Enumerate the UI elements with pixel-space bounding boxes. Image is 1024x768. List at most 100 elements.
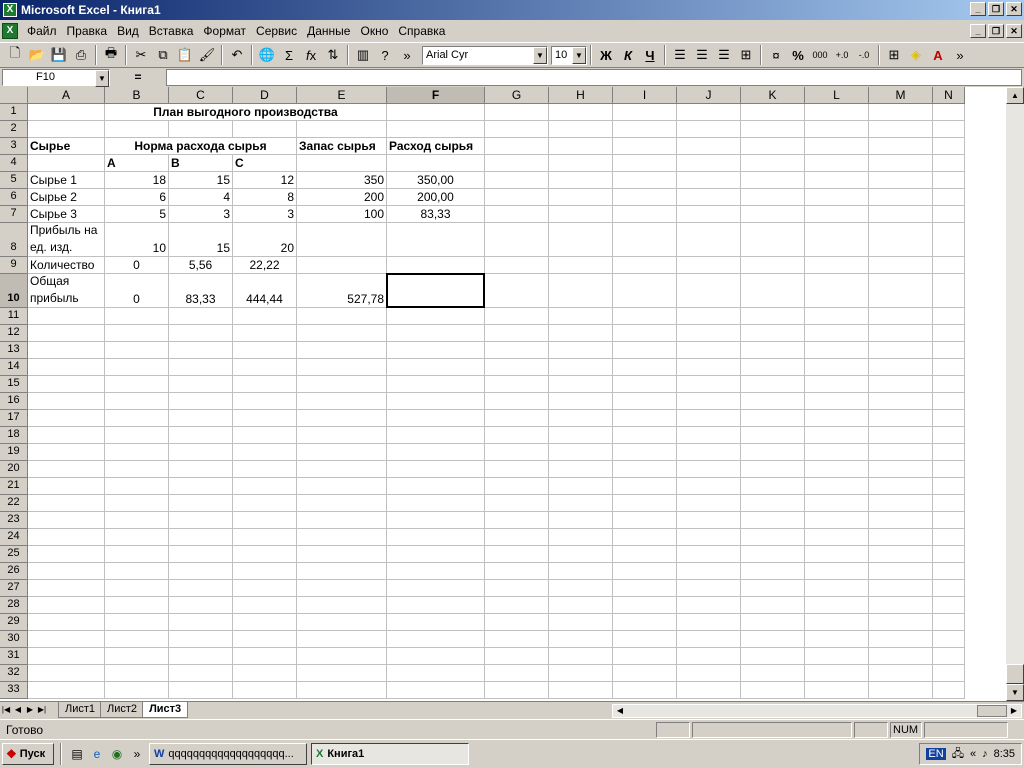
menu-window[interactable]: Окно — [355, 22, 393, 40]
cell[interactable] — [485, 410, 549, 427]
cell[interactable]: 15 — [169, 223, 233, 257]
cell[interactable] — [105, 308, 169, 325]
select-all-corner[interactable] — [0, 87, 28, 104]
cell[interactable] — [933, 257, 965, 274]
cell[interactable] — [869, 478, 933, 495]
cell[interactable] — [387, 478, 485, 495]
col-header[interactable]: N — [933, 87, 965, 104]
cell[interactable] — [933, 682, 965, 699]
cell[interactable] — [169, 121, 233, 138]
decrease-decimal-icon[interactable]: -.0 — [853, 44, 875, 66]
cell[interactable] — [805, 274, 869, 308]
cell[interactable] — [805, 478, 869, 495]
cell[interactable] — [741, 529, 805, 546]
cell[interactable] — [677, 512, 741, 529]
row-header[interactable]: 21 — [0, 478, 28, 495]
cell[interactable]: 10 — [105, 223, 169, 257]
cell[interactable] — [485, 580, 549, 597]
cell[interactable] — [613, 512, 677, 529]
cell[interactable] — [677, 546, 741, 563]
cell[interactable] — [233, 665, 297, 682]
cell[interactable] — [28, 580, 105, 597]
cell[interactable] — [28, 342, 105, 359]
cell[interactable] — [869, 206, 933, 223]
cell[interactable] — [869, 138, 933, 155]
cell[interactable] — [677, 580, 741, 597]
cell[interactable] — [869, 529, 933, 546]
cell[interactable] — [28, 427, 105, 444]
col-header[interactable]: M — [869, 87, 933, 104]
cell[interactable] — [549, 597, 613, 614]
cell[interactable] — [933, 631, 965, 648]
cell[interactable] — [613, 155, 677, 172]
row-header[interactable]: 27 — [0, 580, 28, 597]
col-header[interactable]: C — [169, 87, 233, 104]
cell[interactable] — [105, 342, 169, 359]
cell[interactable] — [933, 376, 965, 393]
cell[interactable] — [28, 682, 105, 699]
scroll-right-icon[interactable]: ▶ — [1007, 705, 1021, 717]
cell[interactable] — [387, 597, 485, 614]
cell[interactable]: Расход сырья — [387, 138, 485, 155]
scroll-thumb[interactable] — [1006, 664, 1024, 684]
row-header[interactable]: 24 — [0, 529, 28, 546]
cell[interactable] — [233, 563, 297, 580]
cell[interactable] — [28, 529, 105, 546]
cell[interactable] — [613, 597, 677, 614]
row-header[interactable]: 23 — [0, 512, 28, 529]
row-header[interactable]: 9 — [0, 257, 28, 274]
cell[interactable] — [549, 393, 613, 410]
cell[interactable] — [297, 325, 387, 342]
cell[interactable] — [869, 121, 933, 138]
cell[interactable] — [549, 546, 613, 563]
cell[interactable] — [233, 682, 297, 699]
cell[interactable] — [741, 546, 805, 563]
percent-button[interactable]: % — [787, 44, 809, 66]
cell[interactable] — [105, 393, 169, 410]
cell[interactable] — [741, 274, 805, 308]
row-header[interactable]: 2 — [0, 121, 28, 138]
cell[interactable] — [933, 155, 965, 172]
cell[interactable]: 83,33 — [169, 274, 233, 308]
cell[interactable] — [233, 121, 297, 138]
cell[interactable]: 350,00 — [387, 172, 485, 189]
cell[interactable] — [28, 546, 105, 563]
cell[interactable]: 20 — [233, 223, 297, 257]
spreadsheet-grid[interactable]: A B C D E F G H I J K L M N 1 План выгодн… — [0, 87, 1006, 701]
cell[interactable] — [549, 631, 613, 648]
media-icon[interactable]: ◉ — [109, 746, 125, 762]
cell[interactable] — [805, 359, 869, 376]
cell[interactable] — [105, 580, 169, 597]
cell[interactable] — [297, 631, 387, 648]
cell[interactable] — [869, 189, 933, 206]
cell[interactable] — [677, 172, 741, 189]
sheet-tab-1[interactable]: Лист1 — [58, 702, 103, 718]
cell[interactable] — [387, 444, 485, 461]
cell[interactable] — [613, 325, 677, 342]
cell[interactable] — [805, 614, 869, 631]
cell[interactable] — [297, 546, 387, 563]
cell[interactable]: C — [233, 155, 297, 172]
font-color-icon[interactable]: A — [927, 44, 949, 66]
cell[interactable]: 350 — [297, 172, 387, 189]
cell[interactable] — [485, 529, 549, 546]
cell[interactable] — [549, 444, 613, 461]
col-header[interactable]: L — [805, 87, 869, 104]
next-sheet-icon[interactable]: ▶ — [24, 703, 36, 717]
cell[interactable] — [549, 206, 613, 223]
row-header[interactable]: 20 — [0, 461, 28, 478]
cell[interactable] — [549, 223, 613, 257]
cell[interactable] — [869, 342, 933, 359]
cell[interactable] — [233, 580, 297, 597]
cell[interactable] — [485, 104, 549, 121]
cell[interactable] — [933, 461, 965, 478]
cell[interactable] — [869, 631, 933, 648]
cell[interactable] — [549, 614, 613, 631]
cell[interactable] — [105, 597, 169, 614]
cell[interactable] — [741, 580, 805, 597]
cell[interactable] — [485, 342, 549, 359]
cell[interactable]: 15 — [169, 172, 233, 189]
cell[interactable] — [677, 563, 741, 580]
cell[interactable] — [169, 580, 233, 597]
col-header[interactable]: G — [485, 87, 549, 104]
